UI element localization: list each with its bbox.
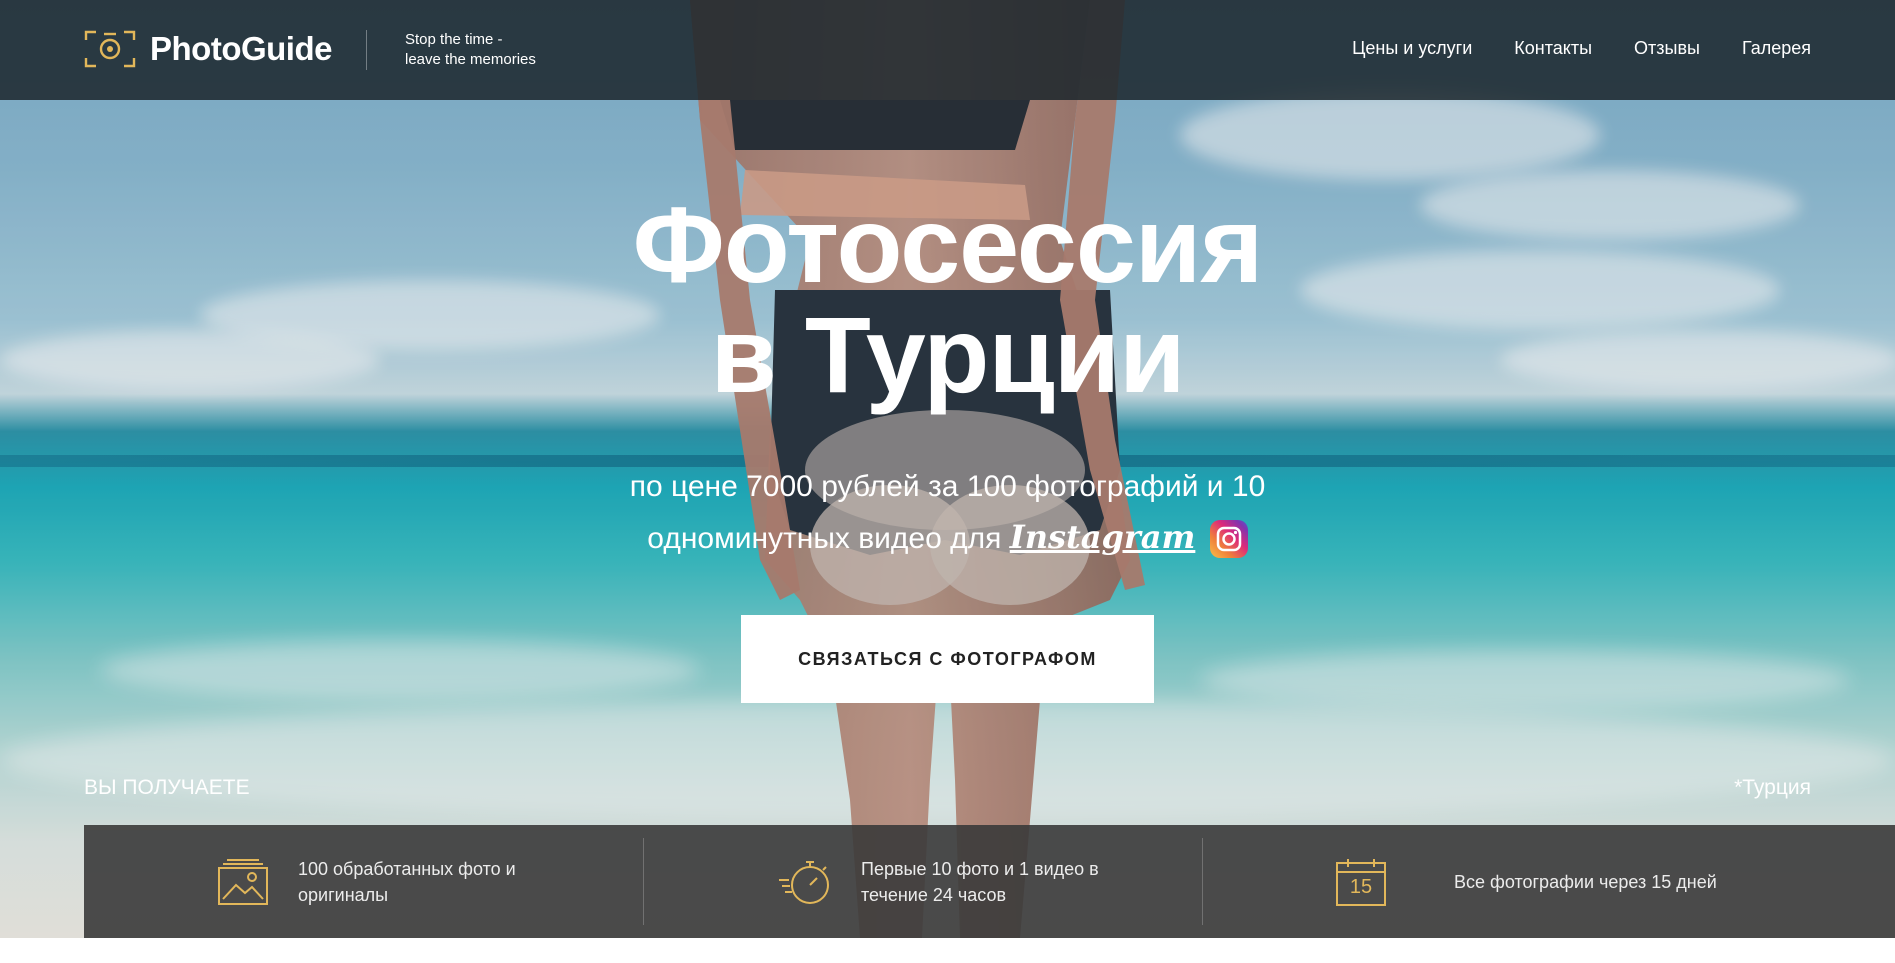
instagram-icon — [1209, 520, 1248, 558]
calendar-day: 15 — [1349, 875, 1373, 898]
header-divider — [366, 30, 367, 70]
hero-title-line: в Турции — [710, 294, 1185, 415]
camera-focus-icon — [84, 30, 136, 68]
calendar-icon: 15 — [1336, 858, 1386, 906]
hero-subtitle: по цене 7000 рублей за 100 фотографий и … — [560, 462, 1335, 564]
contact-photographer-button[interactable]: СВЯЗАТЬСЯ С ФОТОГРАФОМ — [741, 615, 1154, 703]
tagline-line: leave the memories — [405, 51, 536, 68]
nav-reviews[interactable]: Отзывы — [1634, 38, 1700, 59]
site-header: PhotoGuide Stop the time - leave the mem… — [0, 0, 1895, 100]
logo[interactable]: PhotoGuide — [84, 30, 332, 68]
brand-name: PhotoGuide — [150, 30, 332, 67]
you-get-label: ВЫ ПОЛУЧАЕТЕ — [84, 776, 250, 799]
hero-title-line: Фотосессия — [632, 184, 1264, 305]
feature-divider — [643, 838, 644, 925]
feature-divider — [1202, 838, 1203, 925]
subtitle-text: одноминутных видео для — [647, 522, 1002, 555]
feature-text: Все фотографии через 15 дней — [1454, 869, 1717, 895]
instagram-link[interactable]: Instagram — [1010, 518, 1196, 556]
hero-title: Фотосессия в Турции — [0, 190, 1895, 410]
feature-text-line: течение 24 часов — [861, 884, 1007, 905]
feature-text-line: Первые 10 фото и 1 видео в — [861, 858, 1099, 879]
country-note: *Турция — [1734, 776, 1811, 799]
feature-item: 15 Все фотографии через 15 дней — [1336, 825, 1717, 938]
main-nav: Цены и услуги Контакты Отзывы Галерея — [1352, 38, 1811, 59]
nav-gallery[interactable]: Галерея — [1742, 38, 1811, 59]
feature-item: Первые 10 фото и 1 видео в течение 24 ча… — [777, 825, 1099, 938]
features-bar: 100 обработанных фото и оригиналы Первые… — [84, 825, 1895, 938]
nav-contacts[interactable]: Контакты — [1514, 38, 1592, 59]
subtitle-line: по цене 7000 рублей за 100 фотографий и … — [629, 470, 1266, 503]
tagline-line: Stop the time - — [405, 31, 503, 48]
photos-icon — [218, 858, 268, 905]
feature-text: Первые 10 фото и 1 видео в течение 24 ча… — [861, 856, 1099, 908]
subtitle-line: одноминутных видео для Instagram — [560, 512, 1335, 564]
tagline: Stop the time - leave the memories — [405, 30, 565, 70]
feature-text-line: 100 обработанных фото и — [298, 858, 516, 879]
stopwatch-icon — [779, 860, 829, 904]
feature-item: 100 обработанных фото и оригиналы — [218, 825, 516, 938]
nav-prices[interactable]: Цены и услуги — [1352, 38, 1472, 59]
feature-text: 100 обработанных фото и оригиналы — [298, 856, 516, 908]
feature-text-line: оригиналы — [298, 884, 389, 905]
feature-text-line: Все фотографии через 15 дней — [1454, 871, 1717, 892]
